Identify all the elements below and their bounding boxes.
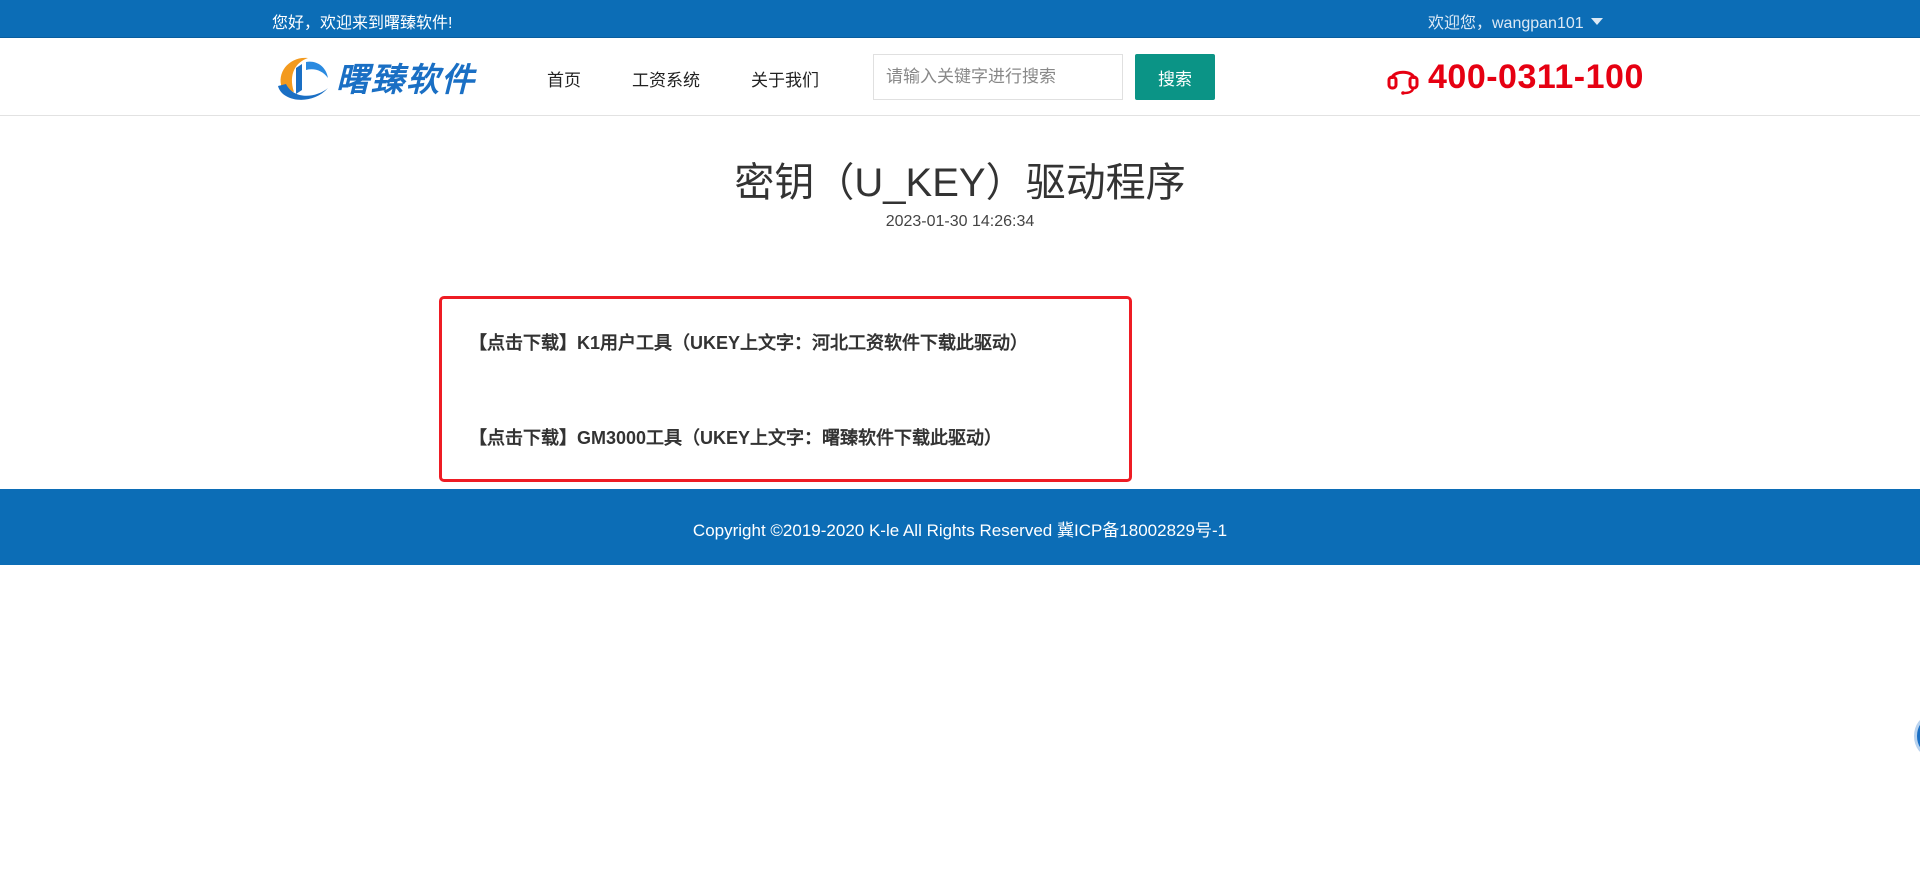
- site-logo[interactable]: 曙臻软件: [272, 48, 502, 106]
- caret-down-icon: [1590, 18, 1603, 25]
- download-links-highlight: 【点击下载】K1用户工具（UKEY上文字：河北工资软件下载此驱动） 【点击下载】…: [439, 296, 1132, 482]
- site-header: 曙臻软件 首页 工资系统 关于我们 搜索 400-0311-100: [0, 38, 1920, 116]
- search-button[interactable]: 搜索: [1135, 54, 1215, 100]
- nav-about-us[interactable]: 关于我们: [751, 66, 819, 91]
- nav-home[interactable]: 首页: [547, 66, 581, 91]
- download-link-gm3000-tool[interactable]: 【点击下载】GM3000工具（UKEY上文字：曙臻软件下载此驱动）: [469, 424, 1002, 450]
- headset-icon: [1387, 70, 1419, 95]
- brand-swoosh-logo-icon: [278, 57, 328, 100]
- search-input[interactable]: [873, 54, 1123, 100]
- user-menu[interactable]: 欢迎您，wangpan101: [1428, 9, 1603, 33]
- nav-payroll-system[interactable]: 工资系统: [632, 66, 700, 91]
- welcome-text: 您好，欢迎来到曙臻软件!: [272, 15, 453, 32]
- floating-chat-widget[interactable]: [1914, 716, 1920, 756]
- download-link-k1-tool[interactable]: 【点击下载】K1用户工具（UKEY上文字：河北工资软件下载此驱动）: [469, 329, 1028, 355]
- hotline-number: 400-0311-100: [1428, 58, 1644, 96]
- top-bar: 您好，欢迎来到曙臻软件! 欢迎您，wangpan101: [0, 0, 1920, 38]
- logo-text: 曙臻软件: [336, 60, 476, 99]
- user-menu-label: 欢迎您，wangpan101: [1428, 15, 1584, 32]
- site-footer: Copyright ©2019-2020 K-le All Rights Res…: [0, 489, 1920, 565]
- hotline: 400-0311-100: [1386, 58, 1644, 97]
- copyright-text: Copyright ©2019-2020 K-le All Rights Res…: [692, 521, 1228, 540]
- page-title: 密钥（U_KEY）驱动程序: [734, 161, 1186, 205]
- publish-date: 2023-01-30 14:26:34: [885, 213, 1035, 230]
